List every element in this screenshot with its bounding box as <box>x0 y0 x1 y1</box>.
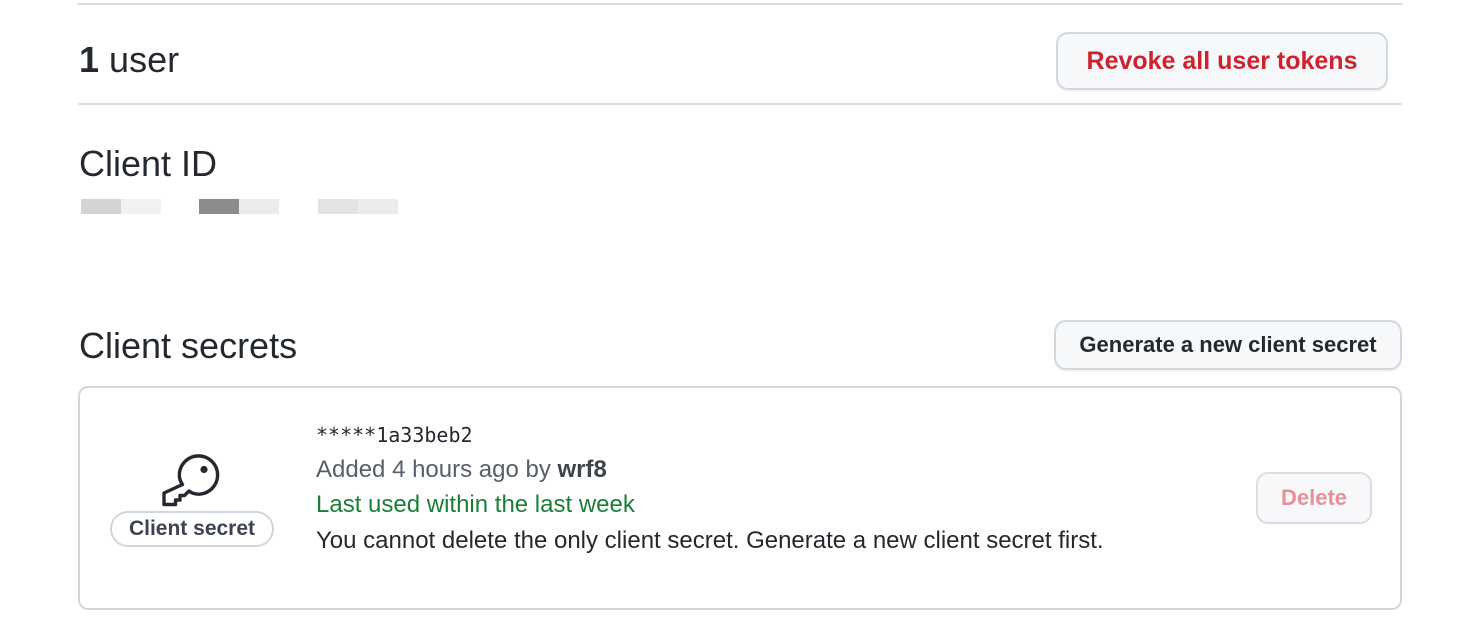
key-icon <box>162 454 220 507</box>
users-label: user <box>109 39 180 80</box>
oauth-app-settings: 1 user Revoke all user tokens Client ID … <box>0 0 1480 618</box>
secret-added-info: Added 4 hours ago by wrf8 <box>316 454 607 486</box>
delete-secret-button[interactable]: Delete <box>1256 472 1372 524</box>
client-id-redacted <box>199 199 279 214</box>
revoke-all-user-tokens-button[interactable]: Revoke all user tokens <box>1056 32 1388 90</box>
secret-added-text: Added 4 hours ago by <box>316 456 551 483</box>
client-secret-badge: Client secret <box>110 511 274 547</box>
client-secret-card <box>78 386 1402 610</box>
generate-client-secret-button[interactable]: Generate a new client secret <box>1054 320 1402 370</box>
client-id-heading: Client ID <box>79 143 218 184</box>
client-id-redacted <box>318 199 398 214</box>
secret-delete-note: You cannot delete the only client secret… <box>316 527 1104 554</box>
client-secret-value: *****1a33beb2 <box>316 423 473 447</box>
divider <box>78 3 1402 5</box>
client-id-redacted <box>81 199 161 214</box>
users-count-heading: 1 user <box>79 38 179 82</box>
secret-last-used: Last used within the last week <box>316 491 635 518</box>
divider <box>78 103 1402 105</box>
users-count: 1 <box>79 39 100 80</box>
secret-added-by-user: wrf8 <box>557 456 607 483</box>
client-secrets-heading: Client secrets <box>79 325 298 366</box>
